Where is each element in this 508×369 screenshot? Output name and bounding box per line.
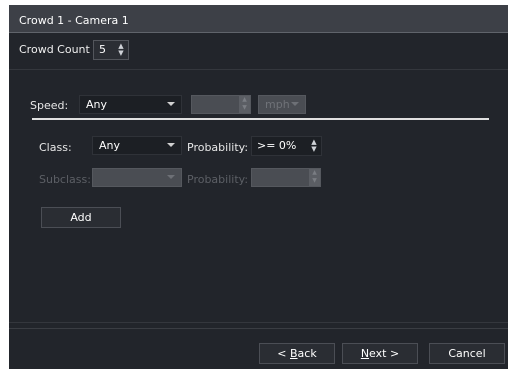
speed-select-value: Any [86, 98, 108, 111]
class-select-value: Any [99, 139, 121, 152]
back-button[interactable]: < Back [259, 343, 335, 364]
add-button[interactable]: Add [41, 207, 121, 228]
stepper-arrows-icon[interactable]: ▲ ▼ [116, 43, 126, 57]
class-select[interactable]: Any [92, 136, 182, 155]
section-divider [32, 118, 489, 120]
stepper-arrows-icon: ▲ ▼ [239, 96, 250, 113]
chevron-down-icon [291, 102, 299, 106]
chevron-down-icon [167, 175, 175, 179]
subclass-select [92, 168, 182, 187]
chevron-down-icon [167, 143, 175, 147]
back-prefix: < [277, 347, 290, 360]
speed-number-input: ▲ ▼ [191, 95, 251, 114]
speed-label: Speed: [30, 99, 69, 112]
footer-divider [9, 328, 508, 329]
next-key: N [360, 347, 370, 360]
class-probability-stepper[interactable]: >= 0% ▲ ▼ [251, 136, 322, 156]
filter-panel: Speed: Any ▲ ▼ mph [9, 69, 508, 323]
speed-unit-select: mph [258, 95, 306, 114]
crowd-count-stepper[interactable]: 5 ▲ ▼ [93, 40, 129, 60]
class-probability-value: >= 0% [257, 139, 297, 152]
subclass-probability-label: Probability: [187, 173, 249, 186]
crowd-count-value: 5 [99, 43, 106, 56]
crowd-count-label: Crowd Count [19, 43, 90, 56]
dialog-window: Crowd 1 - Camera 1 Crowd Count 5 ▲ ▼ Spee… [9, 5, 508, 369]
stepper-arrows-icon: ▲ ▼ [309, 169, 320, 186]
window-title: Crowd 1 - Camera 1 [19, 14, 129, 27]
cancel-button[interactable]: Cancel [429, 343, 505, 364]
title-bar: Crowd 1 - Camera 1 [9, 5, 508, 33]
class-probability-label: Probability: [187, 141, 249, 154]
next-button[interactable]: Next > [342, 343, 418, 364]
chevron-down-icon [167, 102, 175, 106]
stepper-arrows-icon[interactable]: ▲ ▼ [309, 139, 319, 153]
next-rest: ext > [369, 347, 400, 360]
subclass-label: Subclass: [39, 173, 91, 186]
speed-select[interactable]: Any [79, 95, 182, 114]
back-key: B [290, 347, 298, 360]
class-label: Class: [39, 141, 72, 154]
subclass-probability-stepper: ▲ ▼ [251, 168, 321, 187]
speed-unit-value: mph [265, 98, 290, 111]
back-rest: ack [297, 347, 317, 360]
